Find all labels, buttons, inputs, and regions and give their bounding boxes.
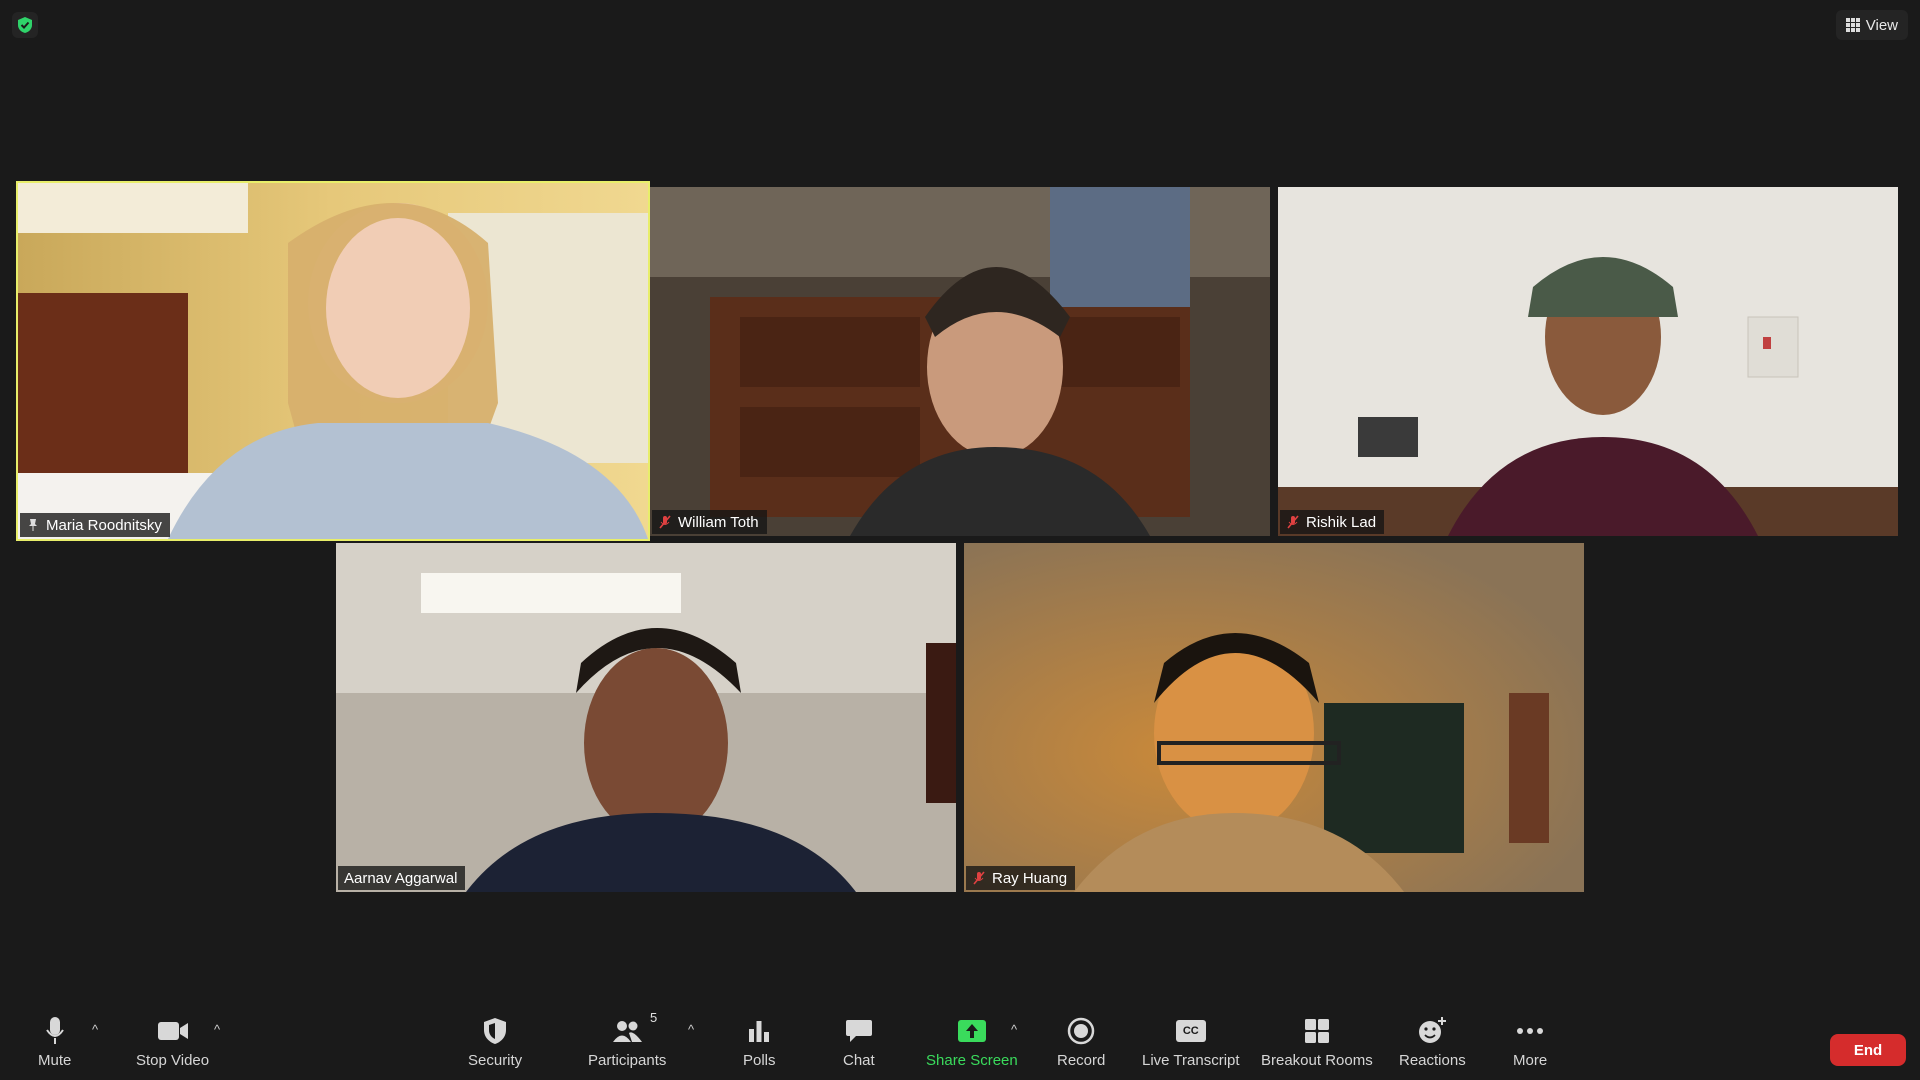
share-screen-icon — [957, 1020, 986, 1042]
participants-icon — [613, 1021, 643, 1042]
pin-icon — [29, 519, 37, 531]
video-tile-william[interactable]: William Toth — [650, 187, 1270, 536]
mic-muted-icon — [973, 871, 985, 885]
polls-label: Polls — [743, 1052, 776, 1069]
video-tile-maria[interactable]: Maria Roodnitsky — [16, 181, 650, 541]
more-dots-icon — [1517, 1028, 1544, 1034]
live-transcript-label: Live Transcript — [1142, 1052, 1240, 1069]
microphone-icon — [45, 1017, 64, 1044]
meeting-toolbar: Mute ^ Stop Video ^ Security 5 Participa… — [0, 1000, 1920, 1080]
security-label: Security — [468, 1052, 523, 1069]
closed-captions-icon: CC — [1175, 1020, 1206, 1042]
participant-video — [1278, 187, 1898, 536]
breakout-rooms-label: Breakout Rooms — [1261, 1052, 1373, 1069]
polls-button[interactable]: Polls — [743, 1014, 776, 1069]
view-button[interactable]: View — [1835, 10, 1908, 40]
breakout-rooms-button[interactable]: Breakout Rooms — [1261, 1014, 1373, 1069]
participants-options-caret[interactable]: ^ — [688, 1022, 694, 1037]
mute-button[interactable]: Mute — [38, 1014, 71, 1069]
participant-name: Maria Roodnitsky — [46, 516, 162, 534]
chat-button[interactable]: Chat — [843, 1014, 875, 1069]
audio-options-caret[interactable]: ^ — [92, 1022, 98, 1037]
video-tile-rishik[interactable]: Rishik Lad — [1278, 187, 1898, 536]
chat-bubble-icon — [845, 1020, 872, 1042]
participant-name-tag: Rishik Lad — [1280, 510, 1385, 534]
mic-muted-icon — [659, 515, 671, 529]
record-button[interactable]: Record — [1057, 1014, 1105, 1069]
grid-icon — [1845, 18, 1860, 32]
video-camera-icon — [157, 1022, 188, 1040]
participant-name-tag: Ray Huang — [966, 866, 1076, 890]
record-icon — [1067, 1017, 1095, 1045]
bar-chart-icon — [749, 1021, 770, 1042]
more-label: More — [1513, 1052, 1548, 1069]
share-screen-label: Share Screen — [926, 1052, 1018, 1069]
share-screen-options-caret[interactable]: ^ — [1011, 1022, 1017, 1037]
mic-muted-icon — [1287, 515, 1299, 529]
participant-video — [336, 543, 956, 892]
shield-icon — [484, 1018, 507, 1044]
video-options-caret[interactable]: ^ — [214, 1022, 220, 1037]
security-button[interactable]: Security — [468, 1014, 522, 1069]
participant-name-tag: Aarnav Aggarwal — [338, 866, 466, 890]
live-transcript-button[interactable]: CC Live Transcript — [1142, 1014, 1240, 1069]
view-label: View — [1865, 16, 1898, 34]
participants-button[interactable]: 5 Participants — [588, 1010, 667, 1069]
participant-name: William Toth — [678, 513, 759, 531]
participants-label: Participants — [588, 1052, 667, 1069]
mute-label: Mute — [38, 1052, 72, 1069]
more-button[interactable]: More — [1513, 1014, 1547, 1069]
stop-video-label: Stop Video — [136, 1052, 210, 1069]
participant-name: Aarnav Aggarwal — [344, 869, 458, 887]
participant-name: Rishik Lad — [1306, 513, 1377, 531]
participant-name-tag: William Toth — [652, 510, 767, 534]
record-label: Record — [1057, 1052, 1106, 1069]
participants-count: 5 — [649, 1010, 658, 1025]
emoji-add-icon — [1419, 1017, 1447, 1043]
end-meeting-button[interactable]: End — [1830, 1034, 1906, 1066]
stop-video-button[interactable]: Stop Video — [136, 1014, 209, 1069]
share-screen-button[interactable]: Share Screen — [926, 1014, 1018, 1069]
reactions-label: Reactions — [1399, 1052, 1466, 1069]
reactions-button[interactable]: Reactions — [1399, 1014, 1466, 1069]
video-tile-ray[interactable]: Ray Huang — [964, 543, 1584, 892]
breakout-rooms-icon — [1304, 1019, 1329, 1043]
participant-name-tag: Maria Roodnitsky — [20, 513, 170, 537]
shield-check-icon — [18, 17, 32, 33]
video-tile-aarnav[interactable]: Aarnav Aggarwal — [336, 543, 956, 892]
participant-video — [18, 183, 648, 539]
participant-video — [650, 187, 1270, 536]
participant-name: Ray Huang — [992, 869, 1068, 887]
participant-video — [964, 543, 1584, 892]
encryption-badge[interactable] — [12, 12, 38, 38]
chat-label: Chat — [843, 1052, 875, 1069]
